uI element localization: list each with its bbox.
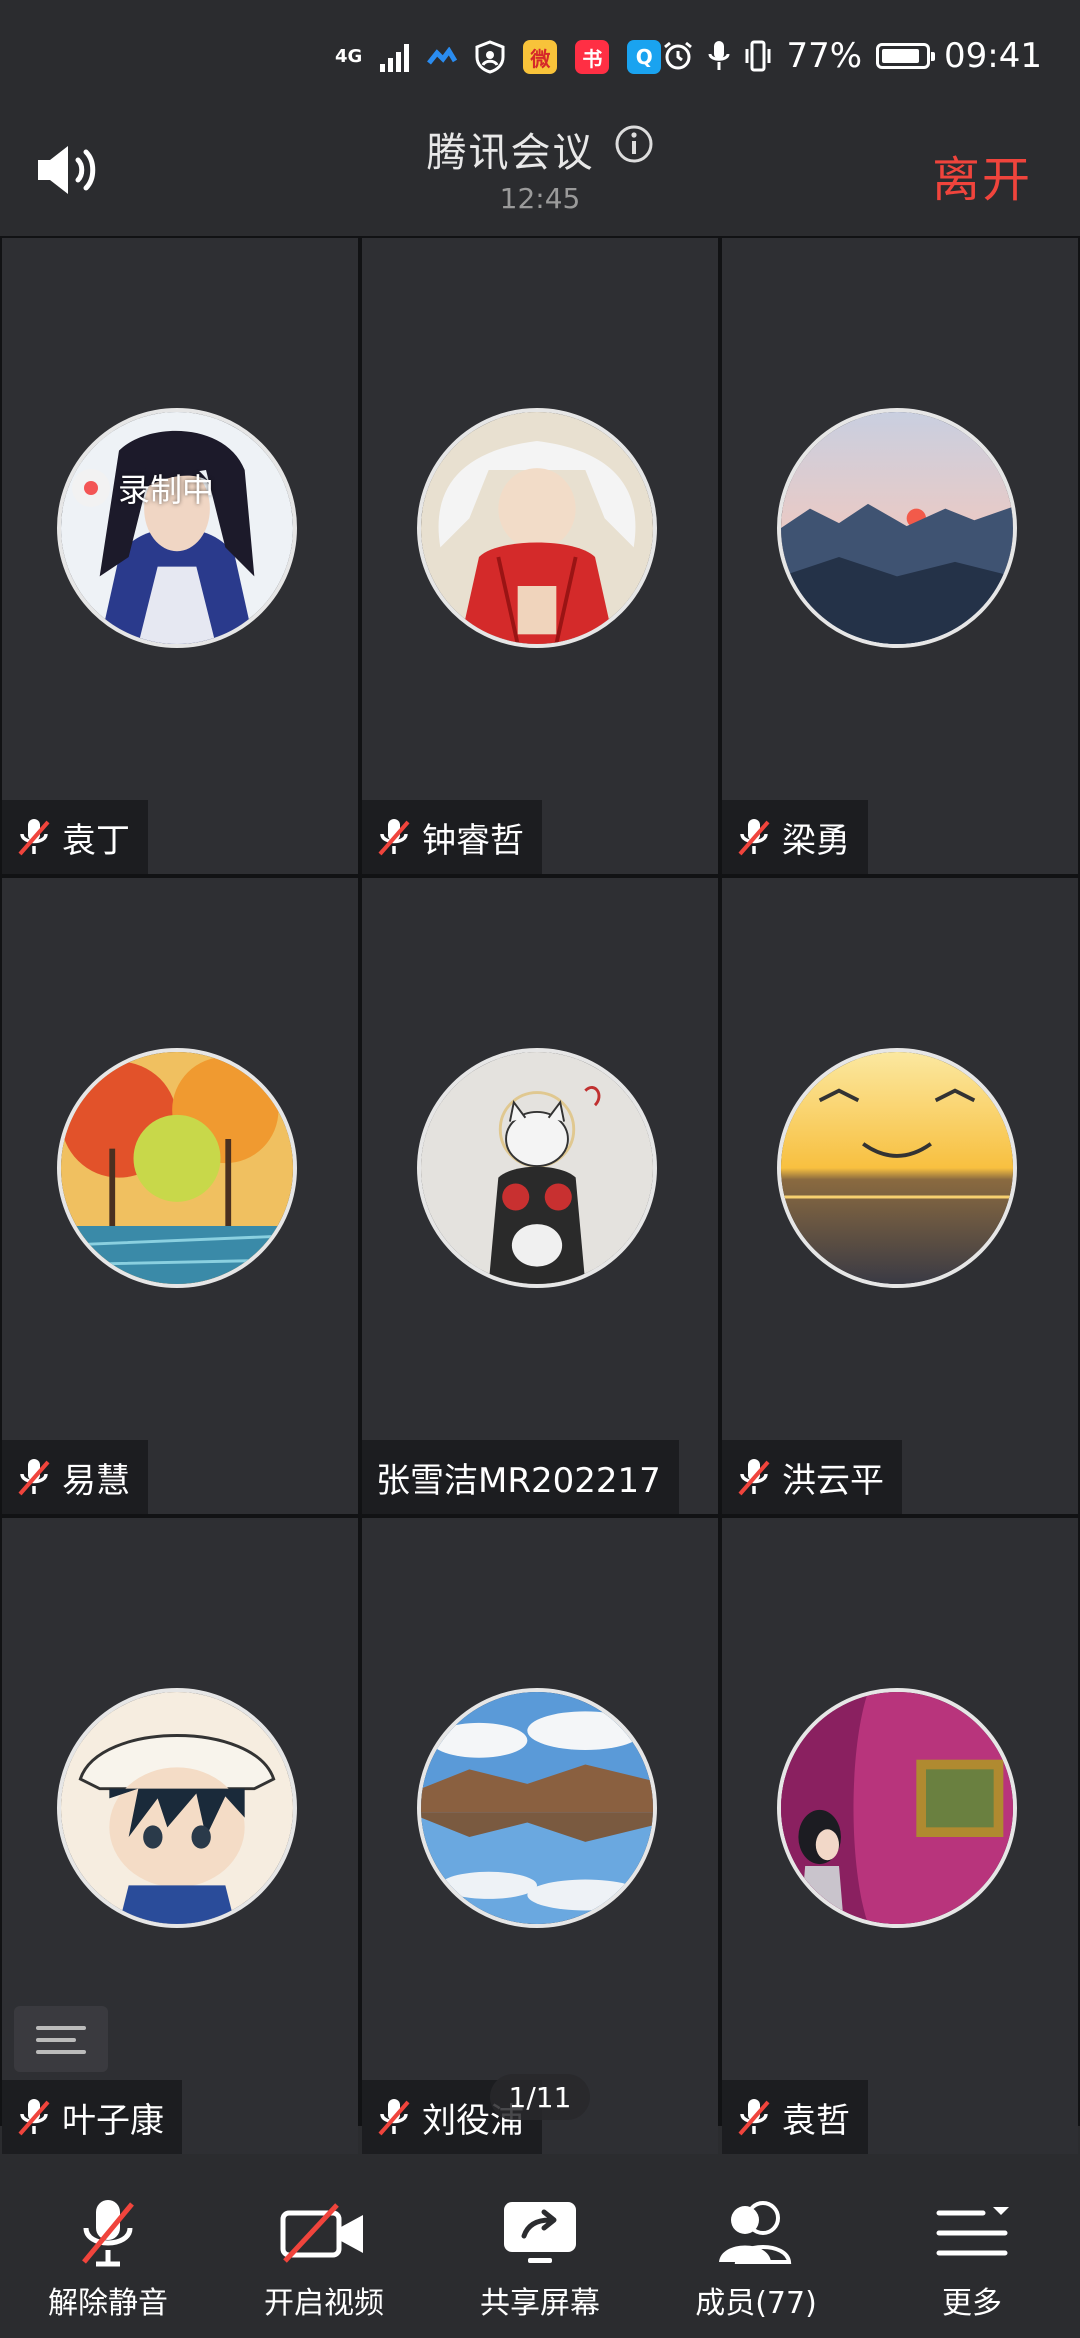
avatar	[57, 1048, 297, 1288]
name-tag: 易慧	[2, 1440, 148, 1514]
alarm-icon	[664, 41, 693, 70]
recording-label: 录制中	[118, 471, 215, 509]
avatar-image	[61, 412, 293, 644]
mic-muted-icon	[82, 2200, 134, 2267]
participant-name: 叶子康	[62, 2100, 164, 2141]
mic-muted-icon	[18, 819, 50, 856]
avatar	[777, 408, 1017, 648]
mic-muted-icon	[378, 819, 410, 856]
meeting-timer: 12:45	[499, 182, 581, 215]
participant-tile[interactable]: 张雪洁MR202217	[362, 878, 718, 1514]
video-label: 开启视频	[264, 2286, 384, 2321]
weibo-icon: 微	[523, 40, 558, 74]
avatar	[57, 1688, 297, 1928]
name-tag: 袁丁	[2, 800, 148, 874]
arrow-icon	[427, 47, 458, 65]
vibrate-icon	[745, 40, 771, 72]
mic-muted-icon	[738, 1459, 770, 1496]
page-indicator[interactable]: 1/11	[490, 2074, 590, 2120]
participant-tile[interactable]: 袁哲	[722, 1518, 1078, 2154]
mic-muted-icon	[18, 1459, 50, 1496]
name-tag: 叶子康	[2, 2080, 182, 2154]
members-button[interactable]: 成员(77)	[648, 2166, 864, 2338]
name-tag: 洪云平	[722, 1440, 902, 1514]
avatar-image	[61, 1052, 293, 1284]
avatar-image	[781, 1692, 1013, 1924]
avatar-image	[421, 412, 653, 644]
name-tag: 钟睿哲	[362, 800, 542, 874]
participant-grid: 录制中 袁丁 钟睿哲 梁勇 易慧 张雪洁MR202217 洪云平 叶子康 刘役浦…	[0, 236, 1080, 2154]
participant-tile[interactable]: 钟睿哲	[362, 238, 718, 874]
unmute-button[interactable]: 解除静音	[0, 2166, 216, 2338]
bottom-toolbar: 解除静音 开启视频 共享屏幕 成员(77) 更多	[0, 2166, 1080, 2338]
start-video-button[interactable]: 开启视频	[216, 2166, 432, 2338]
more-label: 更多	[942, 2286, 1002, 2321]
name-tag: 张雪洁MR202217	[362, 1440, 679, 1514]
mic-muted-icon	[738, 819, 770, 856]
battery-icon	[876, 43, 936, 69]
unmute-label: 解除静音	[48, 2286, 168, 2321]
name-tag: 梁勇	[722, 800, 868, 874]
network-type: 4G	[335, 46, 363, 67]
share-screen-button[interactable]: 共享屏幕	[432, 2166, 648, 2338]
status-left: 4G 微 书 Q	[335, 40, 662, 74]
title-area: 腾讯会议 12:45	[0, 120, 1080, 215]
participant-name: 易慧	[62, 1460, 130, 1501]
recording-indicator[interactable]: 录制中	[72, 458, 252, 518]
participant-tile[interactable]: 录制中 袁丁	[2, 238, 358, 874]
participant-tile[interactable]: 洪云平	[722, 878, 1078, 1514]
participant-tile[interactable]: 易慧	[2, 878, 358, 1514]
avatar-image	[421, 1052, 653, 1284]
avatar	[417, 1048, 657, 1288]
video-off-icon	[280, 2203, 363, 2263]
share-label: 共享屏幕	[480, 2286, 600, 2321]
more-button[interactable]: 更多	[864, 2166, 1080, 2338]
participant-name: 梁勇	[782, 820, 850, 861]
mic-muted-icon	[738, 2099, 770, 2136]
members-icon	[719, 2201, 792, 2264]
signal-icon	[380, 42, 410, 72]
avatar	[777, 1048, 1017, 1288]
avatar	[417, 408, 657, 648]
record-icon	[72, 469, 110, 507]
mic-muted-icon	[18, 2099, 50, 2136]
search-app-icon: Q	[627, 40, 662, 74]
meeting-header: 腾讯会议 12:45 离开	[0, 120, 1080, 236]
avatar	[417, 1688, 657, 1928]
participant-name: 洪云平	[782, 1460, 884, 1501]
participant-name: 袁哲	[782, 2100, 850, 2141]
avatar-image	[781, 1052, 1013, 1284]
avatar	[777, 1688, 1017, 1928]
leave-button[interactable]: 离开	[932, 140, 1032, 210]
member-list-handle[interactable]	[14, 2006, 108, 2072]
status-bar: 4G 微 书 Q 77% 09:41	[0, 0, 1080, 120]
info-icon[interactable]	[614, 124, 654, 164]
participant-tile[interactable]: 梁勇	[722, 238, 1078, 874]
participant-name: 袁丁	[62, 820, 130, 861]
avatar-image	[421, 1692, 653, 1924]
clock: 09:41	[944, 36, 1042, 76]
participant-name: 钟睿哲	[422, 820, 524, 861]
mic-muted-icon	[378, 2099, 410, 2136]
red-book-icon: 书	[575, 40, 610, 74]
share-screen-icon	[504, 2202, 576, 2263]
mic-status-icon	[708, 41, 730, 70]
battery-percent: 77%	[786, 36, 863, 76]
participant-name: 张雪洁MR202217	[376, 1460, 661, 1501]
status-right: 77% 09:41	[662, 36, 1042, 76]
shield-icon	[475, 40, 505, 74]
name-tag: 袁哲	[722, 2080, 868, 2154]
members-label: 成员(77)	[695, 2286, 817, 2321]
participant-tile[interactable]: 刘役浦	[362, 1518, 718, 2154]
more-menu-icon	[936, 2207, 1009, 2256]
meeting-title[interactable]: 腾讯会议	[426, 120, 594, 178]
avatar	[57, 408, 297, 648]
avatar-image	[781, 412, 1013, 644]
avatar-image	[61, 1692, 293, 1924]
